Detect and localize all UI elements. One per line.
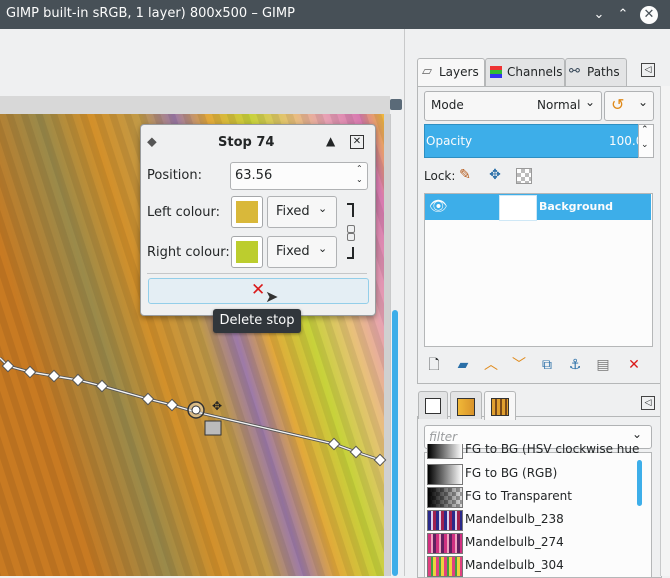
svg-text:✥: ✥	[212, 399, 222, 413]
dock-menu-icon[interactable]: ◁	[641, 63, 655, 77]
mode-label: Mode	[431, 98, 464, 112]
close-dialog-icon[interactable]: ✕	[350, 135, 364, 149]
delete-icon: ✕	[251, 280, 266, 300]
position-spinbox[interactable]: 63.56 ⌃ ⌄	[230, 162, 368, 190]
tab-layers[interactable]: ▱ Layers	[417, 58, 485, 87]
gradient-name: FG to Transparent	[465, 489, 572, 503]
left-colour-fill	[236, 201, 258, 223]
new-layer-icon[interactable]: 🗋	[424, 355, 444, 375]
list-item[interactable]: Mandelbulb_238	[425, 508, 639, 531]
left-colour-mode-dropdown[interactable]: Fixed ⌄	[267, 196, 337, 228]
layer-name: Background	[539, 200, 614, 213]
lock-position-icon[interactable]: ✥	[485, 165, 505, 185]
mode-dropdown[interactable]: Mode Normal ⌄	[424, 91, 602, 121]
gradients-icon	[491, 398, 509, 416]
filter-placeholder: filter	[429, 430, 458, 444]
opacity-slider[interactable]: Opacity 100.0	[424, 124, 643, 158]
chevron-down-icon: ⌄	[585, 95, 596, 109]
chevron-down-icon: ⌄	[638, 95, 649, 109]
dialog-title: Stop 74	[218, 135, 275, 150]
eye-icon[interactable]: 👁	[429, 197, 448, 215]
dock-menu-icon[interactable]: ◁	[641, 396, 655, 410]
separator	[147, 273, 367, 274]
window-edge	[660, 86, 670, 576]
position-value: 63.56	[235, 168, 273, 183]
raise-layer-icon[interactable]: ︿	[481, 355, 501, 375]
tab-label: Layers	[439, 65, 479, 79]
lock-label: Lock:	[424, 169, 456, 183]
list-item[interactable]: FG to BG (RGB)	[425, 462, 639, 485]
tab-brush-preview[interactable]	[418, 391, 448, 419]
new-layer-group-icon[interactable]: ▰	[453, 355, 473, 375]
layer-thumbnail	[499, 195, 537, 221]
lock-alpha-icon[interactable]	[516, 168, 532, 184]
canvas-top-area	[0, 29, 414, 96]
list-item[interactable]: Mandelbulb_304	[425, 554, 639, 577]
chevron-down-icon: ⌄	[318, 202, 328, 215]
list-item[interactable]: FG to BG (HSV clockwise hue)	[425, 444, 639, 460]
spin-up-icon[interactable]: ⌃	[356, 164, 363, 173]
canvas-scroll-thumb[interactable]	[392, 310, 398, 576]
tooltip: Delete stop	[213, 309, 301, 333]
mode-value: Normal	[537, 98, 581, 112]
navigate-icon[interactable]	[390, 99, 402, 110]
delete-layer-icon[interactable]: ✕	[624, 355, 644, 375]
tab-paths[interactable]: ⚯ Paths	[565, 58, 627, 86]
lock-pixels-icon[interactable]: ✎	[455, 165, 475, 185]
mouse-cursor-icon: ➤	[265, 287, 279, 306]
gradient-tool-icon: ⬥	[147, 134, 157, 150]
pattern-icon	[457, 398, 475, 416]
stop-editor-dialog: ⬥ Stop 74 ▲ ✕ Position: 63.56 ⌃ ⌄ Left c…	[140, 124, 376, 316]
left-colour-swatch[interactable]	[231, 196, 263, 228]
spin-down-icon[interactable]: ⌄	[641, 140, 649, 150]
tab-label: Paths	[587, 65, 620, 79]
merge-layer-icon[interactable]: ▤	[593, 355, 613, 375]
position-label: Position:	[147, 168, 202, 183]
layer-row[interactable]: 👁 Background	[425, 194, 651, 221]
layers-icon: ▱	[422, 64, 432, 79]
gradient-name: Mandelbulb_304	[465, 558, 564, 572]
brush-preview-icon	[425, 398, 441, 414]
gradient-name: Mandelbulb_238	[465, 512, 564, 526]
tab-label: Channels	[507, 65, 563, 79]
tab-gradients[interactable]	[484, 391, 516, 420]
right-colour-swatch[interactable]	[231, 236, 263, 268]
paths-icon: ⚯	[569, 64, 580, 79]
spin-up-icon[interactable]: ⌃	[641, 125, 649, 135]
tab-patterns[interactable]	[450, 391, 482, 419]
gradients-scroll-thumb[interactable]	[637, 460, 642, 506]
right-mode-value: Fixed	[276, 244, 310, 259]
gradient-name: FG to BG (HSV clockwise hue)	[465, 444, 639, 456]
composite-icon: ↺	[611, 95, 625, 114]
gradient-name: Mandelbulb_274	[465, 535, 564, 549]
chevron-down-icon: ⌄	[632, 427, 643, 441]
opacity-label: Opacity	[426, 134, 473, 148]
duplicate-layer-icon[interactable]: ⧉	[537, 355, 557, 375]
chevron-down-icon: ⌄	[318, 242, 328, 255]
tab-channels[interactable]: Channels	[485, 58, 565, 86]
minimize-icon[interactable]: ⌄	[590, 6, 608, 24]
close-window-icon[interactable]: ✕	[640, 6, 658, 24]
anchor-icon[interactable]: ⚓	[565, 355, 585, 375]
list-item[interactable]: FG to Transparent	[425, 485, 639, 508]
left-colour-label: Left colour:	[147, 205, 220, 220]
collapse-icon[interactable]: ▲	[326, 134, 335, 148]
window-titlebar: GIMP built-in sRGB, 1 layer) 800x500 – G…	[0, 0, 670, 29]
channels-icon	[490, 66, 502, 78]
chain-link-icon[interactable]	[347, 203, 355, 259]
right-colour-mode-dropdown[interactable]: Fixed ⌄	[267, 236, 337, 268]
list-item[interactable]: Mandelbulb_274	[425, 531, 639, 554]
spin-down-icon[interactable]: ⌄	[356, 175, 363, 184]
right-colour-fill	[236, 241, 258, 263]
composite-mode-dropdown[interactable]: ↺ ⌄	[604, 91, 654, 121]
lower-layer-icon[interactable]: ﹀	[509, 355, 529, 375]
window-title: GIMP built-in sRGB, 1 layer) 800x500 – G…	[6, 6, 295, 21]
opacity-spin[interactable]: ⌃ ⌄	[638, 124, 654, 158]
maximize-icon[interactable]: ⌃	[614, 6, 632, 24]
left-mode-value: Fixed	[276, 204, 310, 219]
right-colour-label: Right colour:	[147, 245, 230, 260]
delete-stop-button[interactable]: ✕	[148, 278, 369, 304]
gradient-name: FG to BG (RGB)	[465, 466, 558, 480]
